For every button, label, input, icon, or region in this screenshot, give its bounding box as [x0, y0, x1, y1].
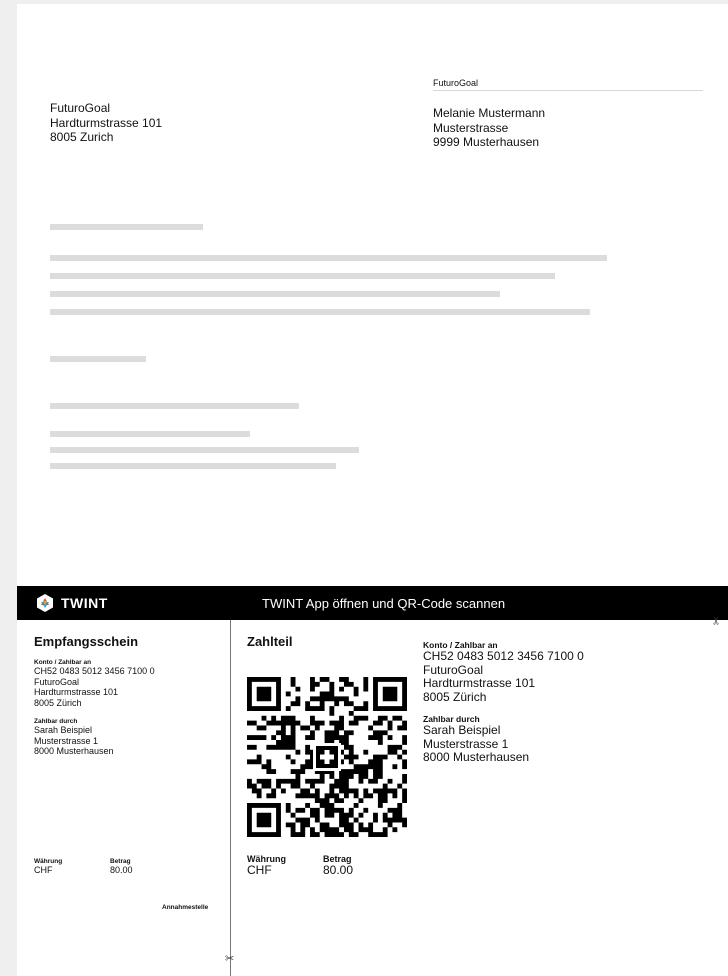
placeholder-line: [50, 309, 590, 315]
receipt-title: Empfangsschein: [34, 634, 139, 649]
twint-logo: TWINT: [35, 593, 108, 613]
payment-debtor: Sarah Beispiel: [423, 723, 501, 737]
payment-debtor-street: Musterstrasse 1: [423, 736, 509, 751]
recipient-city: 9999 Musterhausen: [433, 135, 540, 149]
scissors-icon: ✂: [711, 615, 724, 626]
receipt-amount-label: Betrag: [110, 858, 131, 865]
placeholder-line: [50, 447, 359, 453]
receipt-account-label: Konto / Zahlbar an: [34, 659, 92, 666]
receipt-currency: CHF: [34, 865, 53, 875]
payment-currency: CHF: [247, 863, 272, 877]
receipt-amount-section: Währung CHF Betrag 80.00: [34, 856, 186, 876]
payment-amount: 80.00: [323, 863, 354, 877]
return-address-line: FuturoGoal: [433, 78, 703, 91]
sender-name: FuturoGoal: [50, 101, 111, 115]
invoice-page: FuturoGoal Hardturmstrasse 101 8005 Zuri…: [17, 4, 728, 976]
payment-creditor-street: Hardturmstrasse 101: [423, 676, 536, 690]
placeholder-line: [50, 356, 146, 362]
twint-banner: TWINT TWINT App öffnen und QR-Code scann…: [17, 586, 728, 620]
placeholder-line: [50, 403, 299, 409]
twint-instruction: TWINT App öffnen und QR-Code scannen: [262, 596, 506, 611]
placeholder-line: [50, 224, 203, 230]
acceptance-point-label: Annahmestelle: [162, 904, 209, 911]
payment-creditor-city: 8005 Zürich: [423, 689, 487, 704]
receipt-debtor: Sarah Beispiel: [34, 725, 93, 735]
twint-logo-icon: [37, 594, 53, 612]
receipt-payable-by-label: Zahlbar durch: [34, 718, 78, 725]
payment-info: Konto / Zahlbar an CH52 0483 5012 3456 7…: [423, 638, 713, 765]
receipt-creditor: FuturoGoal: [34, 676, 80, 687]
payment-title: Zahlteil: [247, 634, 293, 649]
recipient-address: Melanie Mustermann Musterstrasse 9999 Mu…: [433, 106, 545, 150]
qr-code: [247, 677, 407, 837]
receipt-debtor-city: 8000 Musterhausen: [34, 746, 114, 756]
receipt-amount: 80.00: [110, 865, 133, 875]
scissors-icon: ✂: [225, 953, 235, 965]
recipient-street: Musterstrasse: [433, 120, 509, 135]
receipt-debtor-street: Musterstrasse 1: [34, 735, 99, 746]
receipt-creditor-city: 8005 Zürich: [34, 697, 82, 708]
receipt-iban: CH52 0483 5012 3456 7100 0: [34, 666, 155, 676]
sender-city: 8005 Zurich: [50, 130, 114, 144]
sender-address: FuturoGoal Hardturmstrasse 101 8005 Zuri…: [50, 101, 162, 145]
payment-section: Zahlteil: [247, 634, 293, 649]
recipient-name: Melanie Mustermann: [433, 106, 546, 120]
placeholder-line: [50, 255, 607, 261]
sender-street: Hardturmstrasse 101: [50, 115, 163, 130]
perforation-line: [230, 620, 231, 976]
payment-creditor: FuturoGoal: [423, 662, 484, 677]
payment-amount-section: Währung CHF Betrag 80.00: [247, 854, 399, 878]
placeholder-line: [50, 273, 555, 279]
receipt-currency-label: Währung: [34, 858, 63, 865]
receipt-section: Empfangsschein Konto / Zahlbar an CH52 0…: [34, 634, 224, 757]
placeholder-line: [50, 431, 250, 437]
twint-logo-text: TWINT: [61, 595, 108, 611]
placeholder-line: [50, 463, 336, 469]
placeholder-line: [50, 291, 500, 297]
payment-debtor-city: 8000 Musterhausen: [423, 750, 530, 764]
receipt-creditor-street: Hardturmstrasse 101: [34, 687, 119, 697]
payment-iban: CH52 0483 5012 3456 7100 0: [423, 649, 584, 663]
